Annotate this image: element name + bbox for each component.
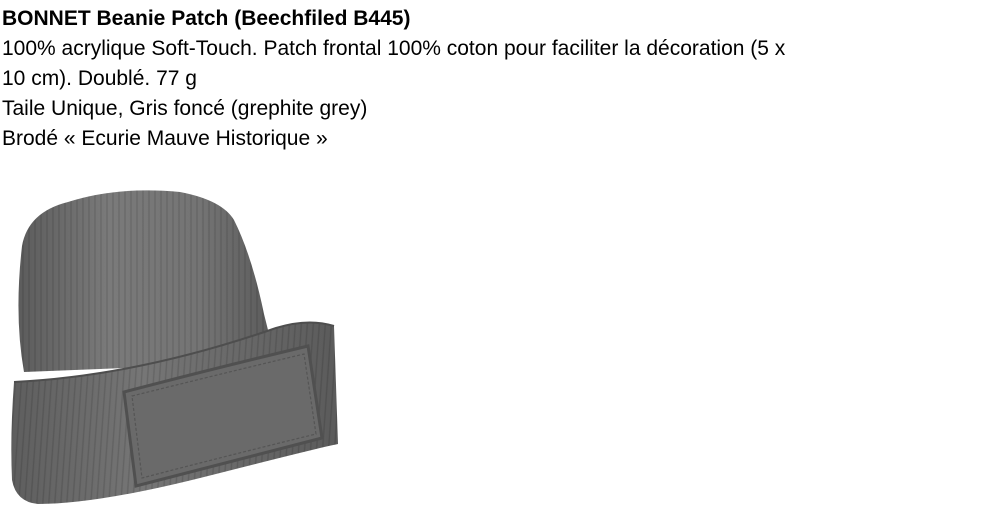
product-title: BONNET Beanie Patch (Beechfiled B445) bbox=[2, 7, 411, 30]
description-line-2: 10 cm). Doublé. 77 g bbox=[2, 67, 197, 90]
product-description: BONNET Beanie Patch (Beechfiled B445) 10… bbox=[2, 4, 990, 154]
size-color-line: Taile Unique, Gris foncé (grephite grey) bbox=[2, 97, 368, 120]
embroidery-line: Brodé « Ecurie Mauve Historique » bbox=[2, 127, 328, 150]
description-line-1: 100% acrylique Soft-Touch. Patch frontal… bbox=[2, 37, 786, 60]
beanie-image bbox=[11, 190, 338, 504]
